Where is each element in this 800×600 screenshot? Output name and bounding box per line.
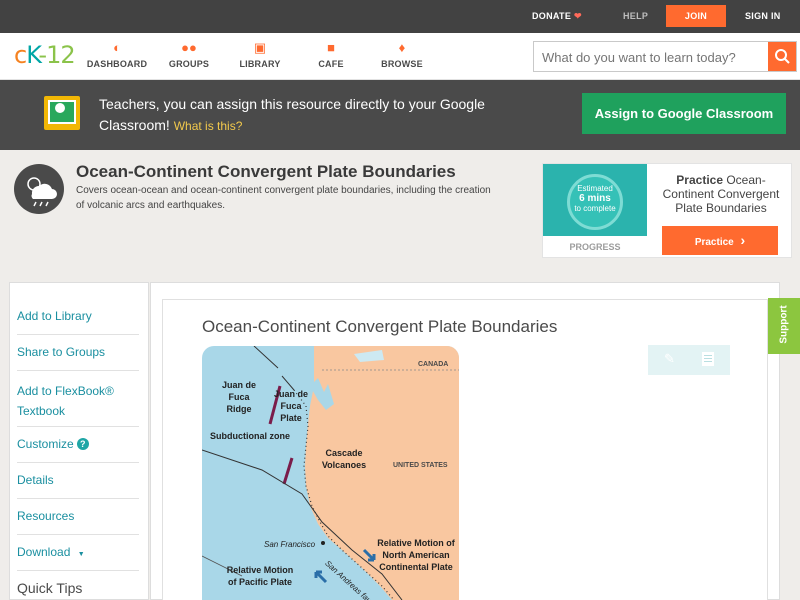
groups-icon: ●● [181, 40, 197, 55]
dashboard-icon: ◐ [113, 40, 121, 55]
textbook-label: Textbook [17, 404, 66, 418]
practice-title-bold: Practice [676, 173, 723, 187]
concept-description: Covers ocean-ocean and ocean-continent c… [76, 185, 491, 211]
estimated-time: Estimated 6 mins to complete [543, 184, 647, 214]
sidebar-item-customize[interactable]: Customize? [17, 427, 139, 463]
practice-card: Estimated 6 mins to complete PROGRESS Pr… [542, 163, 792, 258]
join-button[interactable]: JOIN [666, 5, 726, 27]
practice-button-label: Practice [694, 237, 734, 248]
nav-browse[interactable]: ♦ BROWSE [367, 40, 437, 69]
donate-link[interactable]: DONATE ❤ [532, 0, 582, 33]
download-label: Download [17, 545, 71, 559]
content-tools: ✎ [648, 345, 730, 375]
heart-icon: ❤ [573, 11, 582, 21]
library-icon: ▣ [253, 40, 267, 55]
assign-google-classroom-button[interactable]: Assign to Google Classroom [582, 93, 786, 134]
help-link[interactable]: HELP [623, 0, 648, 33]
notes-icon[interactable] [702, 352, 714, 366]
pacific-motion-label: Relative Motion of Pacific Plate [226, 565, 294, 587]
caret-down-icon: ▼ [77, 551, 85, 558]
nav-library[interactable]: ▣ LIBRARY [225, 40, 295, 69]
north-american-motion-label: Relative Motion of North American Contin… [377, 538, 455, 572]
sidebar-item-share-to-groups[interactable]: Share to Groups [17, 335, 139, 371]
nav-dashboard[interactable]: ◐ DASHBOARD [82, 40, 152, 69]
search-button[interactable] [768, 42, 796, 71]
to-complete-label: to complete [574, 204, 616, 213]
donate-label: DONATE [532, 11, 572, 21]
nav-groups-label: GROUPS [168, 59, 210, 69]
support-tab[interactable]: Support [768, 298, 800, 354]
ck12-logo[interactable]: cK-12 [14, 41, 76, 69]
united-states-label: UNITED STATES [393, 462, 448, 469]
support-label: Support [778, 305, 790, 344]
cascade-volcanoes-label: Cascade Volcanoes [321, 448, 367, 470]
nav-dashboard-label: DASHBOARD [86, 59, 148, 69]
help-icon[interactable]: ? [76, 438, 89, 450]
nav-library-label: LIBRARY [239, 59, 281, 69]
estimated-minutes: 6 mins [579, 193, 611, 204]
chevron-right-icon: › [740, 232, 746, 248]
juan-de-fuca-plate-label: Juan de Fuca Plate [273, 389, 308, 423]
logo-c: c [14, 41, 27, 69]
top-bar: DONATE ❤ HELP JOIN SIGN IN [0, 0, 800, 33]
nav-cafe-label: CAFE [318, 59, 344, 69]
nav-cafe[interactable]: ■ CAFE [296, 40, 366, 69]
logo-k: K [26, 41, 39, 69]
logo-12: -12 [38, 41, 75, 69]
sidebar-item-details[interactable]: Details [17, 463, 139, 499]
search-box [533, 41, 797, 72]
google-classroom-icon [44, 96, 80, 130]
canada-label: CANADA [418, 361, 449, 368]
sidebar: Add to Library Share to Groups Add to Fl… [9, 282, 149, 600]
browse-icon: ♦ [398, 40, 406, 55]
modality-title: Ocean-Continent Convergent Plate Boundar… [202, 317, 558, 336]
sidebar-item-resources[interactable]: Resources [17, 499, 139, 535]
search-input[interactable] [542, 48, 764, 66]
san-francisco-label: San Francisco [264, 540, 316, 549]
sidebar-item-add-to-library[interactable]: Add to Library [17, 299, 139, 335]
customize-label: Customize [17, 437, 74, 451]
pencil-icon[interactable]: ✎ [664, 351, 675, 367]
banner-message: Teachers, you can assign this resource d… [99, 96, 485, 133]
sidebar-item-download[interactable]: Download ▼ [17, 535, 139, 571]
plate-boundaries-map: CANADA Juan de Fuca Ridge Juan de Fuca P… [202, 346, 459, 600]
sidebar-item-add-to-flexbook[interactable]: Add to FlexBook® Textbook [17, 371, 139, 427]
cafe-icon: ■ [327, 40, 335, 55]
quick-tips-heading: Quick Tips [17, 580, 83, 596]
estimated-label: Estimated [577, 184, 613, 193]
practice-title: Practice Ocean-Continent Convergent Plat… [653, 173, 789, 215]
what-is-this-link[interactable]: What is this? [174, 119, 243, 133]
nav-groups[interactable]: ●● GROUPS [154, 40, 224, 69]
nav-browse-label: BROWSE [381, 59, 423, 69]
flexbook-label: Add to FlexBook® [17, 384, 114, 398]
progress-label: PROGRESS [569, 242, 621, 252]
weather-icon [14, 164, 64, 214]
practice-button[interactable]: Practice › [662, 226, 778, 255]
sign-in-link[interactable]: SIGN IN [745, 0, 781, 33]
practice-progress-image: Estimated 6 mins to complete [543, 164, 647, 236]
search-icon [775, 49, 790, 64]
main-nav: cK-12 ◐ DASHBOARD ●● GROUPS ▣ LIBRARY ■ … [0, 33, 800, 80]
banner-text: Teachers, you can assign this resource d… [99, 94, 539, 137]
subductional-zone-label: Subductional zone [210, 431, 290, 441]
juan-de-fuca-ridge-label: Juan de Fuca Ridge [221, 380, 256, 414]
concept-title: Ocean-Continent Convergent Plate Boundar… [76, 162, 456, 181]
